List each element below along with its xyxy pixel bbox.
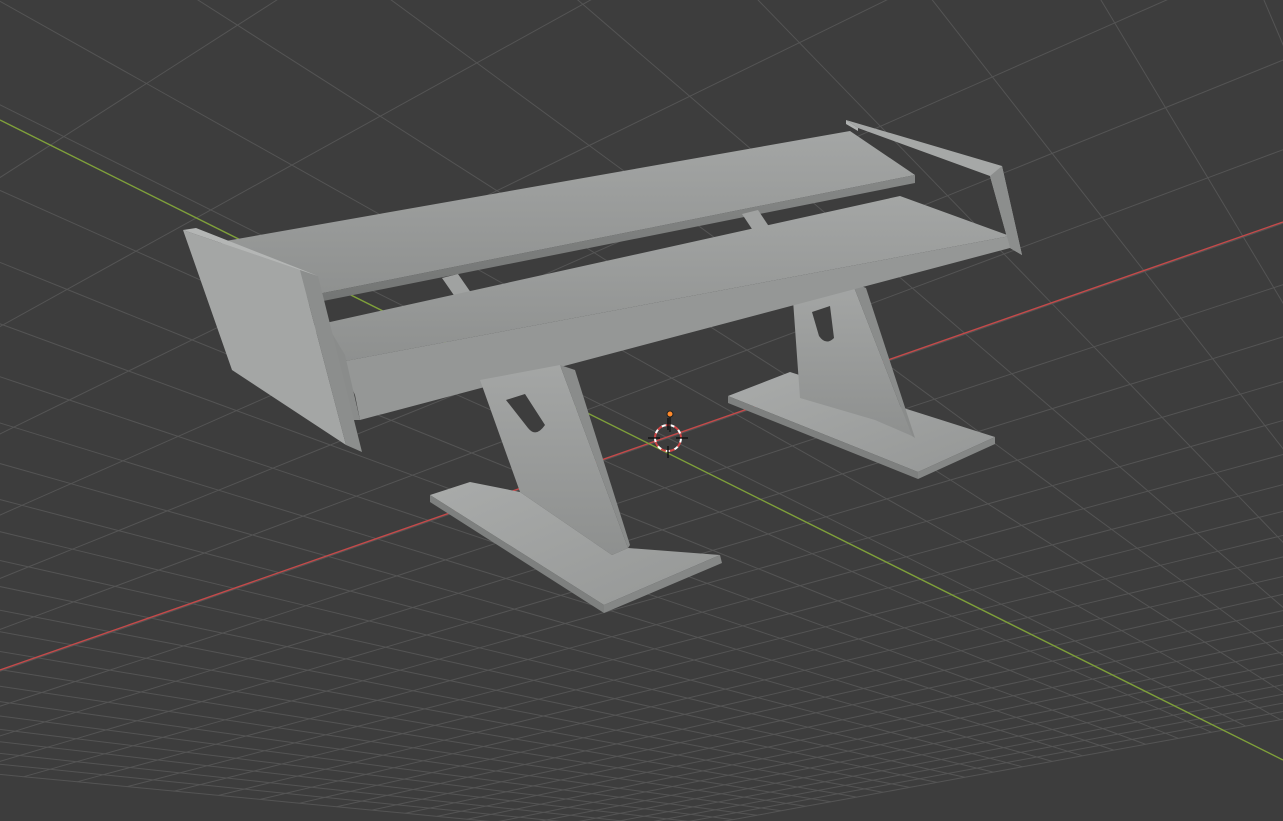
grid-line [390,0,1283,656]
grid-line [0,149,1283,630]
grid-line [0,0,1243,109]
grid-line [0,0,1281,721]
grid-line [616,693,1283,821]
viewport-canvas[interactable] [0,0,1283,821]
floor-grid [0,0,1283,821]
grid-line [0,222,1283,672]
grid-line [0,0,888,435]
3d-viewport[interactable] [0,0,1283,821]
grid-line [23,419,1283,778]
spoiler-object[interactable] [183,120,1022,613]
grid-line [0,59,1283,579]
grid-line [0,104,1246,727]
grid-line [197,0,1283,693]
grid-line [0,261,1179,739]
object-origin-dot [666,410,674,418]
grid-line [0,381,1283,762]
grid-line [0,189,1212,733]
grid-line [0,0,1064,14]
grid-line [0,336,1283,737]
grid-line [498,663,1283,821]
